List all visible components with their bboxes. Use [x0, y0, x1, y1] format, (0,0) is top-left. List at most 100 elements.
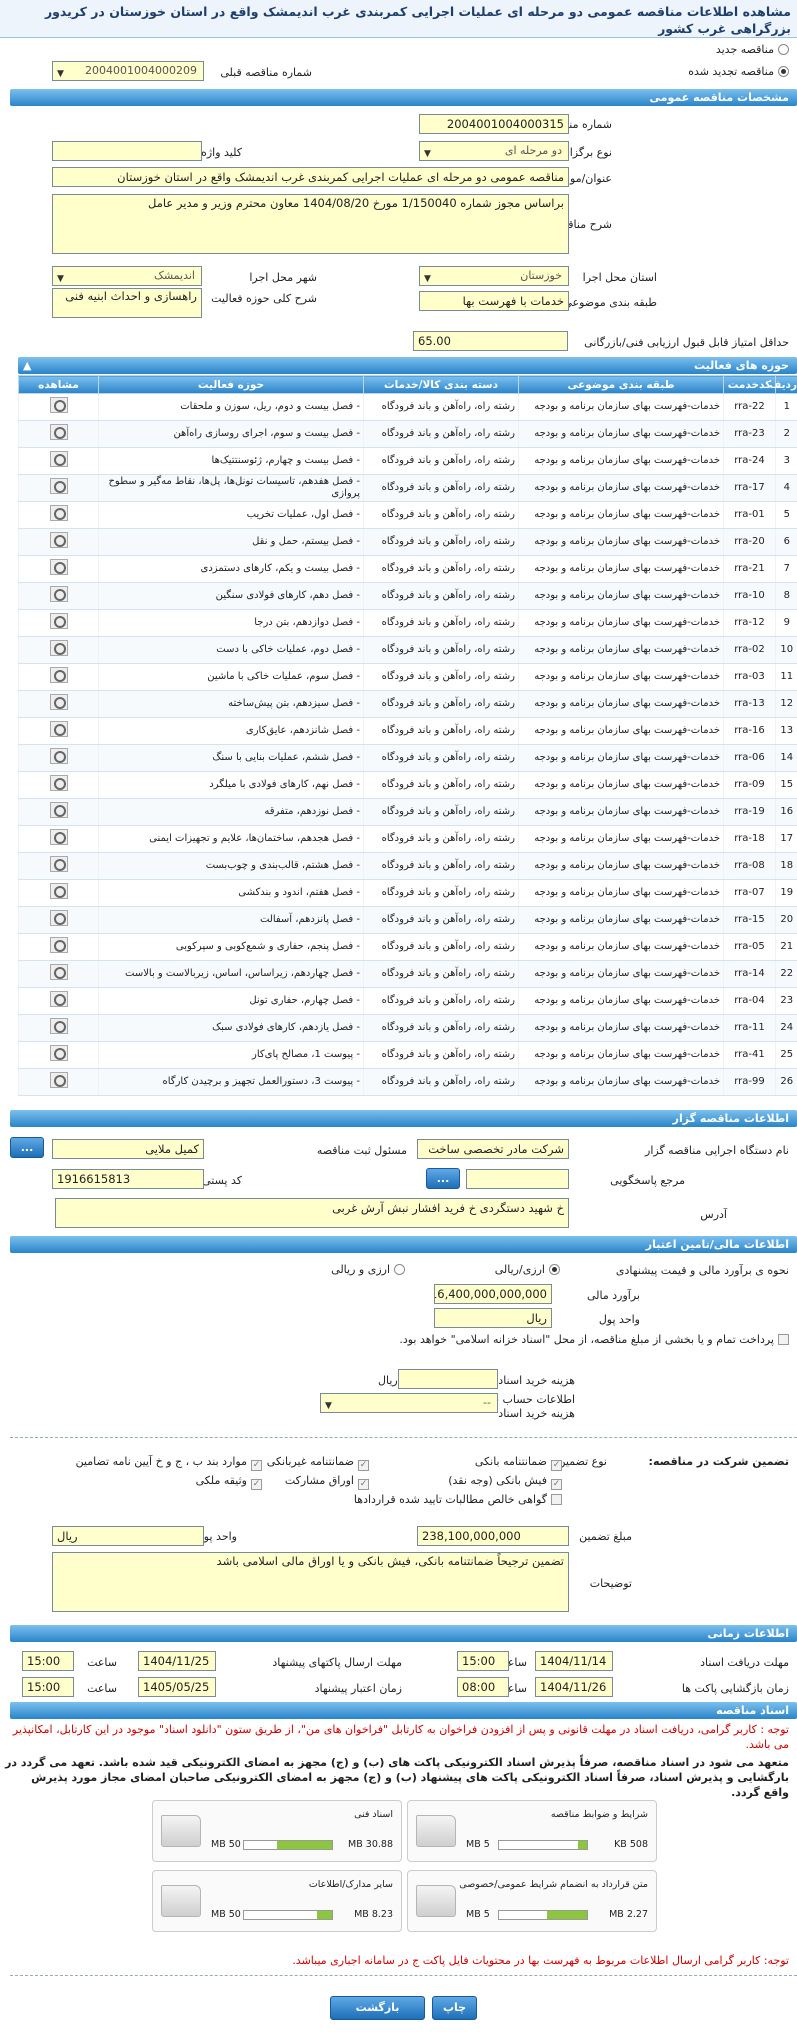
- holding-type-select[interactable]: ▼ دو مرحله ای: [419, 141, 569, 161]
- doc-card-progress: [498, 1840, 588, 1850]
- province-select[interactable]: ▼ خوزستان: [419, 266, 569, 286]
- guarantee-claims[interactable]: گواهی خالص مطالبات تایید شده قراردادها: [354, 1493, 562, 1506]
- treasury-checkbox[interactable]: [778, 1334, 789, 1345]
- guarantee-unit-field[interactable]: ریال: [52, 1526, 204, 1546]
- guarantee-nonbank[interactable]: ✓ ضمانتنامه غیربانکی: [267, 1455, 369, 1471]
- magnifier-icon[interactable]: [49, 505, 68, 521]
- activity-summary-field[interactable]: راهسازی و احداث ابنیه فنی: [52, 288, 202, 318]
- magnifier-icon[interactable]: [49, 694, 68, 710]
- magnifier-icon[interactable]: [49, 559, 68, 575]
- column-header: کدخدمت: [723, 375, 776, 394]
- back-button[interactable]: بازگشت: [330, 1996, 425, 2020]
- magnifier-icon[interactable]: [49, 667, 68, 683]
- prev-tender-select[interactable]: ▼ 2004001004000209: [52, 61, 204, 81]
- view-cell: [18, 987, 99, 1015]
- table-row: 4 rra-17 خدمات-فهرست بهای سازمان برنامه و …: [18, 474, 797, 502]
- postal-code-field[interactable]: 1916615813: [52, 1169, 204, 1189]
- magnifier-icon[interactable]: [49, 721, 68, 737]
- doc-card-contract[interactable]: متن قرارداد به انضمام شرایط عمومی/خصوصی …: [407, 1870, 657, 1932]
- subject-field[interactable]: مناقصه عمومی دو مرحله ای عملیات اجرایی ک…: [52, 167, 569, 187]
- doc-card-max: 50 MB: [211, 1839, 241, 1850]
- doc-card-other[interactable]: سایر مدارک/اطلاعات 50 MB 8.23 MB: [152, 1870, 402, 1932]
- radio-currency-and-rial[interactable]: ارزی و ریالی: [331, 1263, 405, 1276]
- guarantee-note-field[interactable]: تضمین ترجیحاً ضمانتنامه بانکی، فیش بانکی…: [52, 1552, 569, 1612]
- magnifier-icon[interactable]: [49, 910, 68, 926]
- subject-category: خدمات-فهرست بهای سازمان برنامه و بودجه: [518, 528, 724, 556]
- min-score-field[interactable]: 65.00: [413, 331, 568, 351]
- currency-unit-field[interactable]: ریال: [434, 1308, 552, 1328]
- view-cell: [18, 933, 99, 961]
- receive-docs-time[interactable]: 15:00: [457, 1651, 509, 1671]
- account-select[interactable]: ▼ --: [320, 1393, 498, 1413]
- magnifier-icon[interactable]: [49, 964, 68, 980]
- magnifier-icon[interactable]: [49, 829, 68, 845]
- magnifier-icon[interactable]: [49, 748, 68, 764]
- guarantee-amount-label: مبلغ تضمین: [579, 1530, 632, 1543]
- registrar-lookup-button[interactable]: ...: [10, 1137, 44, 1158]
- guarantee-regulation[interactable]: ✓ موارد بند ب ، ج و خ آیین نامه تضامین: [76, 1455, 262, 1471]
- row-number: 1: [775, 393, 797, 421]
- address-field[interactable]: خ شهید دستگردی خ فرید افشار نبش آرش غربی: [55, 1198, 569, 1228]
- guarantee-bank[interactable]: ✓ ضمانتنامه بانکی: [475, 1455, 562, 1471]
- keyword-field[interactable]: [52, 141, 202, 161]
- response-ref-field[interactable]: [466, 1169, 569, 1189]
- magnifier-icon[interactable]: [49, 802, 68, 818]
- guarantee-cash-label: فیش بانکی (وجه نقد): [448, 1474, 547, 1487]
- validity-date[interactable]: 1405/05/25: [138, 1677, 216, 1697]
- guarantee-amount-field[interactable]: 238,100,000,000: [417, 1526, 569, 1546]
- send-bids-date[interactable]: 1404/11/25: [138, 1651, 216, 1671]
- view-cell: [18, 420, 99, 448]
- magnifier-icon[interactable]: [49, 937, 68, 953]
- footer-divider: [10, 1975, 797, 1976]
- doc-fee-field[interactable]: [398, 1369, 498, 1389]
- registrar-field[interactable]: کمیل ملایی: [52, 1139, 204, 1159]
- magnifier-icon[interactable]: [49, 451, 68, 467]
- magnifier-icon[interactable]: [49, 1072, 68, 1088]
- magnifier-icon[interactable]: [49, 424, 68, 440]
- guarantee-bonds[interactable]: ✓ اوراق مشارکت: [285, 1474, 369, 1490]
- magnifier-icon[interactable]: [49, 397, 68, 413]
- guarantee-property[interactable]: ✓ وثیقه ملکی: [196, 1474, 262, 1490]
- prev-tender-value: 2004001004000209: [85, 64, 197, 77]
- magnifier-icon[interactable]: [49, 586, 68, 602]
- magnifier-icon[interactable]: [49, 775, 68, 791]
- opening-time[interactable]: 08:00: [457, 1677, 509, 1697]
- magnifier-icon[interactable]: [49, 1018, 68, 1034]
- radio-rial-currency[interactable]: ارزی/ریالی: [495, 1263, 560, 1276]
- radio-renewed-tender[interactable]: مناقصه تجدید شده: [688, 65, 789, 78]
- city-select[interactable]: ▼ اندیمشک: [52, 266, 202, 286]
- validity-time[interactable]: 15:00: [22, 1677, 74, 1697]
- subject-category: خدمات-فهرست بهای سازمان برنامه و بودجه: [518, 555, 724, 583]
- magnifier-icon[interactable]: [49, 1045, 68, 1061]
- table-row: 10 rra-02 خدمات-فهرست بهای سازمان برنامه و…: [18, 636, 797, 664]
- row-number: 23: [775, 987, 797, 1015]
- radio-new-tender[interactable]: مناقصه جدید: [716, 43, 789, 56]
- service-code: rra-20: [723, 528, 776, 556]
- receive-docs-date[interactable]: 1404/11/14: [535, 1651, 613, 1671]
- doc-card-technical[interactable]: اسناد فنی 50 MB 30.88 MB: [152, 1800, 402, 1862]
- activity-field: - پیوست 3، دستورالعمل تجهیز و برچیدن کار…: [98, 1068, 364, 1096]
- send-bids-time[interactable]: 15:00: [22, 1651, 74, 1671]
- magnifier-icon[interactable]: [49, 478, 68, 494]
- collapse-icon[interactable]: ▲: [23, 357, 31, 374]
- category-field[interactable]: خدمات با فهرست بها: [419, 291, 569, 311]
- magnifier-icon[interactable]: [49, 532, 68, 548]
- receive-docs-label: مهلت دریافت اسناد: [700, 1656, 789, 1669]
- magnifier-icon[interactable]: [49, 640, 68, 656]
- guarantee-cash[interactable]: ✓ فیش بانکی (وجه نقد): [448, 1474, 562, 1490]
- doc-card-terms[interactable]: شرایط و ضوابط مناقصه 5 MB 508 KB: [407, 1800, 657, 1862]
- opening-date[interactable]: 1404/11/26: [535, 1677, 613, 1697]
- magnifier-icon[interactable]: [49, 991, 68, 1007]
- description-field[interactable]: براساس مجوز شماره 1/150040 مورخ 1404/08/…: [52, 194, 569, 254]
- estimate-field[interactable]: 16,400,000,000,000: [434, 1284, 552, 1304]
- address-label: آدرس: [700, 1208, 727, 1221]
- magnifier-icon[interactable]: [49, 613, 68, 629]
- organization-field[interactable]: شرکت مادر تخصصی ساخت: [417, 1139, 569, 1159]
- city-label: شهر محل اجرا: [249, 271, 317, 284]
- print-button[interactable]: چاپ: [432, 1996, 477, 2020]
- magnifier-icon[interactable]: [49, 856, 68, 872]
- magnifier-icon[interactable]: [49, 883, 68, 899]
- tender-number-field[interactable]: 2004001004000315: [419, 114, 569, 134]
- row-number: 5: [775, 501, 797, 529]
- response-ref-lookup-button[interactable]: ...: [426, 1168, 460, 1189]
